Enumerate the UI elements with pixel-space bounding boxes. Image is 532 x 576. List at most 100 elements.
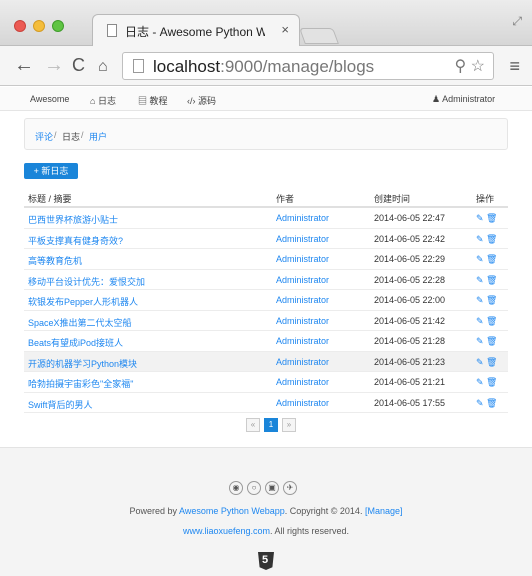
row-actions: ✎ 🗑 [476, 254, 497, 265]
edit-icon[interactable]: ✎ [476, 275, 486, 285]
author-link[interactable]: Administrator [276, 234, 329, 244]
url-text[interactable]: localhost:9000/manage/blogs [153, 57, 374, 77]
prev-page-button[interactable]: « [246, 418, 260, 432]
forward-icon[interactable]: → [44, 54, 64, 76]
fullscreen-icon[interactable]: ⤢ [512, 14, 522, 29]
maximize-window-button[interactable] [52, 20, 64, 32]
home-icon: ⌂ [90, 96, 98, 106]
author-link[interactable]: Administrator [276, 398, 329, 408]
row-actions: ✎ 🗑 [476, 377, 497, 388]
blog-title-link[interactable]: 巴西世界杯旅游小贴士 [28, 213, 118, 226]
author-link[interactable]: Administrator [276, 357, 329, 367]
created-time: 2014-06-05 22:47 [374, 213, 446, 223]
linkedin-icon[interactable]: ▣ [265, 481, 279, 495]
delete-icon[interactable]: 🗑 [486, 275, 497, 285]
edit-icon[interactable]: ✎ [476, 377, 486, 387]
page-icon [107, 24, 117, 37]
powered-prefix: Powered by [129, 506, 180, 516]
powered-link[interactable]: Awesome Python Webapp [179, 506, 285, 516]
author-link[interactable]: Administrator [276, 377, 329, 387]
back-icon[interactable]: ← [14, 54, 34, 76]
row-actions: ✎ 🗑 [476, 275, 497, 286]
site-link[interactable]: www.liaoxuefeng.com [183, 526, 270, 536]
browser-tab[interactable]: 日志 - Awesome Python W × [92, 14, 300, 46]
breadcrumb-comments[interactable]: 评论 [35, 130, 53, 143]
delete-icon[interactable]: 🗑 [486, 254, 497, 264]
search-icon[interactable]: ⚲ [454, 58, 466, 75]
row-actions: ✎ 🗑 [476, 316, 497, 327]
author-link[interactable]: Administrator [276, 275, 329, 285]
twitter-icon[interactable]: ✈ [283, 481, 297, 495]
reload-icon[interactable]: C [72, 54, 85, 76]
address-bar[interactable]: localhost:9000/manage/blogs ⚲ ☆ [122, 52, 494, 80]
table-row: 哈勃拍摄宇宙彩色"全家福" Administrator 2014-06-05 21:… [24, 372, 508, 393]
blog-title-link[interactable]: 哈勃拍摄宇宙彩色"全家福" [28, 377, 133, 390]
browser-toolbar: ← → C ⌂ localhost:9000/manage/blogs ⚲ ☆ … [0, 46, 532, 86]
delete-icon[interactable]: 🗑 [486, 234, 497, 244]
author-link[interactable]: Administrator [276, 295, 329, 305]
nav-item-label: 源码 [198, 96, 217, 106]
brand-link[interactable]: Awesome [30, 94, 69, 104]
delete-icon[interactable]: 🗑 [486, 295, 497, 305]
blog-title-link[interactable]: 平板支撑真有健身奇效? [28, 234, 123, 247]
author-link[interactable]: Administrator [276, 316, 329, 326]
edit-icon[interactable]: ✎ [476, 213, 486, 223]
next-page-button[interactable]: » [282, 418, 296, 432]
table-row: 巴西世界杯旅游小贴士 Administrator 2014-06-05 22:47 ✎… [24, 208, 508, 229]
edit-icon[interactable]: ✎ [476, 234, 486, 244]
blog-title-link[interactable]: Beats有望成iPod接班人 [28, 336, 123, 349]
edit-icon[interactable]: ✎ [476, 316, 486, 326]
table-row: Beats有望成iPod接班人 Administrator 2014-06-05 2… [24, 331, 508, 352]
blog-title-link[interactable]: 开源的机器学习Python模块 [28, 357, 137, 370]
delete-icon[interactable]: 🗑 [486, 336, 497, 346]
user-menu[interactable]: ♟ Administrator [432, 94, 495, 105]
nav-item-label: 日志 [97, 96, 116, 106]
edit-icon[interactable]: ✎ [476, 295, 486, 305]
nav-item-blogs[interactable]: ⌂ 日志 [90, 94, 116, 107]
edit-icon[interactable]: ✎ [476, 357, 486, 367]
table-row: 平板支撑真有健身奇效? Administrator 2014-06-05 22:42… [24, 229, 508, 249]
delete-icon[interactable]: 🗑 [486, 377, 497, 387]
author-link[interactable]: Administrator [276, 213, 329, 223]
created-time: 2014-06-05 22:28 [374, 274, 446, 285]
delete-icon[interactable]: 🗑 [486, 398, 497, 408]
row-actions: ✎ 🗑 [476, 213, 497, 224]
author-link[interactable]: Administrator [276, 254, 329, 264]
minimize-window-button[interactable] [33, 20, 45, 32]
author-link[interactable]: Administrator [276, 336, 329, 346]
menu-icon[interactable]: ≡ [509, 56, 520, 77]
blog-title-link[interactable]: 移动平台设计优先：爱恨交加 [28, 275, 145, 288]
blog-title-link[interactable]: SpaceX推出第二代太空船 [28, 316, 132, 329]
nav-item-tutorial[interactable]: ▤ 教程 [138, 94, 168, 107]
blog-title-link[interactable]: Swift背后的男人 [28, 398, 93, 411]
edit-icon[interactable]: ✎ [476, 398, 486, 408]
footer-site-line: www.liaoxuefeng.com. All rights reserved… [0, 526, 532, 536]
blog-title-link[interactable]: 软银发布Pepper人形机器人 [28, 295, 138, 308]
breadcrumb-users[interactable]: 用户 [89, 130, 107, 143]
tab-title: 日志 - Awesome Python W [125, 25, 265, 39]
github-icon[interactable]: ○ [247, 481, 261, 495]
new-blog-button[interactable]: + 新日志 [24, 163, 78, 179]
delete-icon[interactable]: 🗑 [486, 357, 497, 367]
current-page-button[interactable]: 1 [264, 418, 278, 432]
edit-icon[interactable]: ✎ [476, 254, 486, 264]
header-created: 创建时间 [374, 194, 411, 204]
weibo-icon[interactable]: ◉ [229, 481, 243, 495]
breadcrumb: 评论 / 日志 / 用户 [24, 118, 508, 150]
table-row: 开源的机器学习Python模块 Administrator 2014-06-05 2… [24, 351, 508, 372]
edit-icon[interactable]: ✎ [476, 336, 486, 346]
tab-close-icon[interactable]: × [281, 22, 289, 37]
manage-link[interactable]: [Manage] [365, 506, 403, 516]
delete-icon[interactable]: 🗑 [486, 213, 497, 223]
url-actions: ⚲ ☆ [454, 56, 485, 76]
row-actions: ✎ 🗑 [476, 234, 497, 245]
star-icon[interactable]: ☆ [471, 58, 485, 75]
new-tab-button[interactable] [299, 28, 339, 44]
rights-text: . All rights reserved. [270, 526, 350, 536]
delete-icon[interactable]: 🗑 [486, 316, 497, 326]
home-icon[interactable]: ⌂ [98, 56, 108, 78]
close-window-button[interactable] [14, 20, 26, 32]
nav-item-source[interactable]: ‹/› 源码 [187, 94, 216, 107]
header-title: 标题 / 摘要 [28, 194, 72, 204]
blog-title-link[interactable]: 高等教育危机 [28, 254, 82, 267]
